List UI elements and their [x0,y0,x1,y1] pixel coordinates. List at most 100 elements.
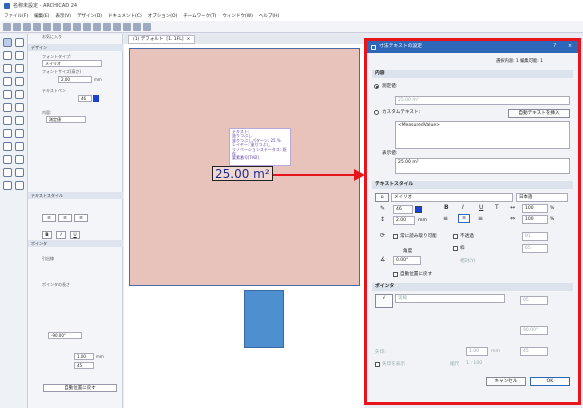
custom-text-field[interactable]: <MeasuredValue> [395,121,570,149]
custom-text-radio[interactable] [374,110,379,115]
spline-tool-icon[interactable] [15,181,24,190]
menu-item-5[interactable]: オプション(O) [148,13,178,19]
snap-icon[interactable] [83,22,91,31]
text-tool-icon[interactable] [15,142,24,151]
align-right-button[interactable]: ≡ [478,215,483,222]
pointer-count-field[interactable]: 45 [74,362,94,369]
pointer-section-header[interactable]: ポインタ [372,283,573,291]
line-tool-icon[interactable] [3,168,12,177]
ok-button[interactable]: OK [530,377,570,386]
italic-button[interactable]: I [56,231,66,239]
underline-button[interactable]: U [70,231,80,239]
arc-tool-icon[interactable] [15,168,24,177]
pen-color-swatch[interactable] [415,206,422,213]
menu-item-3[interactable]: デザイン(D) [77,13,102,19]
gravity-icon[interactable] [73,22,81,31]
angle-field[interactable]: 0.00° [393,256,421,265]
label-tool-icon[interactable] [3,155,12,164]
fill-tool-icon[interactable] [15,155,24,164]
pointer-length-field[interactable]: 1.00 [74,353,94,360]
roof-tool-icon[interactable] [3,90,12,99]
area-measurement-text[interactable]: 25.00 m² [212,166,273,181]
text-pen-field[interactable]: 46 [393,205,413,214]
frame-checkbox[interactable] [453,246,458,251]
text-style-section-header[interactable]: テキストスタイル [372,181,573,189]
menu-item-4[interactable]: ドキュメント(C) [108,13,142,19]
mesh-tool-icon[interactable] [3,129,12,138]
font-select[interactable]: メイリオ [391,193,513,202]
font-favorite-button[interactable]: ⌂ [375,193,389,202]
section-icon[interactable] [123,22,131,31]
menu-item-2[interactable]: 表示(V) [55,13,71,19]
layout-icon[interactable] [133,22,141,31]
measured-value-radio[interactable] [374,84,379,89]
text-pen-field[interactable]: 46 [78,95,92,102]
text-size-field[interactable]: 2.00 [393,216,415,225]
content-field[interactable]: 測定値 [46,116,86,123]
new-file-icon[interactable] [3,22,11,31]
font-size-field[interactable]: 2.00 [58,76,92,83]
cancel-button[interactable]: キャンセル [486,377,526,386]
align-left-button[interactable]: ≡ [42,214,56,222]
door-tool-icon[interactable] [15,51,24,60]
auto-position-checkbox[interactable] [393,272,398,277]
slab-tool-icon[interactable] [15,77,24,86]
grid-icon[interactable] [93,22,101,31]
angle-field[interactable]: -90.00° [48,332,82,339]
railing-tool-icon[interactable] [15,103,24,112]
reset-position-button[interactable]: 自動位置に戻す [43,384,117,392]
stair-tool-icon[interactable] [3,103,12,112]
menu-item-8[interactable]: ヘルプ(H) [259,13,279,19]
spacing-field[interactable]: 100 [522,215,548,224]
script-select[interactable]: 日本語 [516,193,568,202]
zone-tool-icon[interactable] [15,116,24,125]
close-icon[interactable]: × [187,36,191,43]
select-icon[interactable] [63,22,71,31]
align-left-button[interactable]: ≡ [443,215,448,222]
bold-button[interactable]: B [444,204,449,211]
text-pen-swatch[interactable] [93,95,99,102]
show-arrow-checkbox[interactable] [375,362,380,367]
align-center-button[interactable]: ≡ [458,214,470,223]
readable-checkbox[interactable] [393,234,398,239]
underline-button[interactable]: U [479,204,483,211]
infobox-pointer-section[interactable]: ポインタ [28,240,123,247]
view-3d-icon[interactable] [113,22,121,31]
content-section-header[interactable]: 内容 [372,70,573,78]
align-center-button[interactable]: ≡ [58,214,72,222]
close-icon[interactable]: × [568,41,572,53]
column-tool-icon[interactable] [15,64,24,73]
window-tool-icon[interactable] [3,64,12,73]
open-icon[interactable] [13,22,21,31]
level-tool-icon[interactable] [3,142,12,151]
shell-tool-icon[interactable] [15,90,24,99]
arrow-tool-icon[interactable] [3,38,12,47]
superscript-button[interactable]: T [495,204,499,211]
pointer-tool-icon[interactable] [53,22,61,31]
marquee-tool-icon[interactable] [15,38,24,47]
align-right-button[interactable]: ≡ [74,214,88,222]
measure-icon[interactable] [143,22,151,31]
italic-button[interactable]: I [462,204,464,211]
save-icon[interactable] [23,22,31,31]
pointer-style-button[interactable]: √ [375,294,393,308]
polyline-tool-icon[interactable] [3,181,12,190]
bold-button[interactable]: B [42,231,52,239]
insert-autotext-button[interactable]: 自動テキストを挿入 [508,109,570,118]
object-tool-icon[interactable] [3,116,12,125]
beam-tool-icon[interactable] [3,77,12,86]
infobox-design-section[interactable]: デザイン [28,44,123,51]
trace-icon[interactable] [103,22,111,31]
help-icon[interactable]: ? [553,41,556,53]
menu-item-1[interactable]: 編集(E) [34,13,49,19]
menu-item-6[interactable]: チームワーク(T) [183,13,216,19]
undo-icon[interactable] [33,22,41,31]
menu-item-7[interactable]: ウィンドウ(W) [222,13,252,19]
dimension-tool-icon[interactable] [15,129,24,138]
font-select[interactable]: メイリオ [42,60,102,67]
wall-tool-icon[interactable] [3,51,12,60]
width-factor-field[interactable]: 100 [522,204,548,213]
blue-element[interactable] [244,290,284,348]
redo-icon[interactable] [43,22,51,31]
infobox-text-style-section[interactable]: テキストスタイル [28,192,123,199]
